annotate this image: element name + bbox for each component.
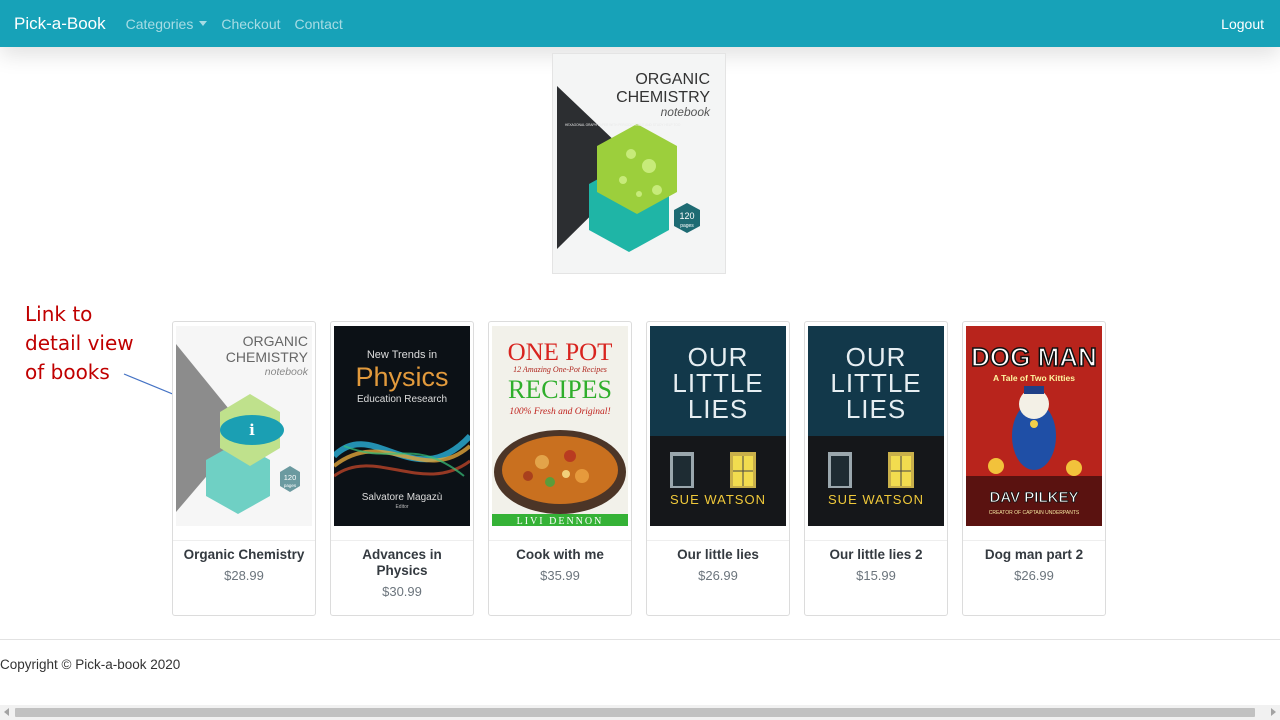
physics-sub: Education Research xyxy=(357,394,447,405)
onepot-author: LIVI DENNON xyxy=(517,516,604,526)
dogman-l2: A Tale of Two Kitties xyxy=(993,373,1075,383)
book-cover-image[interactable]: 120 pages ORGANIC CHEMISTRY notebook i xyxy=(176,326,312,526)
book-price: $30.99 xyxy=(382,584,422,599)
featured-title-line2: CHEMISTRY xyxy=(616,89,710,106)
featured-subtitle: notebook xyxy=(661,105,711,119)
svg-text:ORGANIC: ORGANIC xyxy=(243,333,308,349)
annotation-text: Link to detail view of books xyxy=(25,300,134,387)
horizontal-scrollbar[interactable] xyxy=(0,705,1280,720)
scroll-left-icon[interactable] xyxy=(4,708,9,716)
nav-categories-label: Categories xyxy=(125,15,194,32)
scrollbar-thumb[interactable] xyxy=(15,708,1255,717)
svg-text:120: 120 xyxy=(284,473,297,482)
physics-cover-art: New Trends in Physics Education Research… xyxy=(334,326,470,526)
featured-book-image[interactable]: 120 pages ORGANIC CHEMISTRY notebook HEX… xyxy=(552,53,726,274)
featured-blurb: HEXAGONAL GRAPH PAPER WITH PERIODIC TABL… xyxy=(565,123,681,127)
one-pot-cover-art: ONE POT 12 Amazing One-Pot Recipes RECIP… xyxy=(492,326,628,526)
book-price: $28.99 xyxy=(224,568,264,583)
dogman-footer: CREATOR OF CAPTAIN UNDERPANTS xyxy=(989,510,1080,516)
book-card-body: Dog man part 2 $26.99 xyxy=(963,540,1105,599)
book-card-advances-in-physics[interactable]: New Trends in Physics Education Research… xyxy=(330,321,474,616)
navbar: Pick-a-Book Categories Checkout Contact … xyxy=(0,0,1280,47)
physics-top: New Trends in xyxy=(367,349,437,361)
dogman-cover-art: DOG MAN A Tale of Two Kitties DAV PILKEY… xyxy=(966,326,1102,526)
book-card-our-little-lies[interactable]: OUR LITTLE LIES SUE WATSON Our little li… xyxy=(646,321,790,616)
book-price: $26.99 xyxy=(1014,568,1054,583)
info-icon[interactable]: i xyxy=(220,415,284,445)
chemistry-cover-art: 120 pages ORGANIC CHEMISTRY notebook HEX… xyxy=(553,54,725,273)
book-cover-image[interactable]: DOG MAN A Tale of Two Kitties DAV PILKEY… xyxy=(966,326,1102,526)
svg-text:CHEMISTRY: CHEMISTRY xyxy=(226,349,309,365)
onepot-main: ONE POT xyxy=(508,339,613,366)
book-cover-image[interactable]: OUR LITTLE LIES SUE WATSON xyxy=(808,326,944,526)
book-card-body: Our little lies 2 $15.99 xyxy=(805,540,947,599)
book-price: $15.99 xyxy=(856,568,896,583)
book-card-body: Advances in Physics $30.99 xyxy=(331,540,473,615)
book-card-cook-with-me[interactable]: ONE POT 12 Amazing One-Pot Recipes RECIP… xyxy=(488,321,632,616)
featured-badge-unit: pages xyxy=(680,223,694,229)
book-price: $26.99 xyxy=(698,568,738,583)
lies-cover-art: OUR LITTLE LIES SUE WATSON xyxy=(650,326,786,526)
book-card-organic-chemistry[interactable]: 120 pages ORGANIC CHEMISTRY notebook i O… xyxy=(172,321,316,616)
scroll-right-icon[interactable] xyxy=(1271,708,1276,716)
annotation-line1: Link to xyxy=(25,302,93,326)
featured-title-line1: ORGANIC xyxy=(635,71,710,88)
lies-l3: LIES xyxy=(846,394,906,424)
book-price: $35.99 xyxy=(540,568,580,583)
book-title[interactable]: Our little lies 2 xyxy=(811,547,941,563)
physics-main: Physics xyxy=(355,362,448,392)
lies-l3: LIES xyxy=(688,394,748,424)
book-cover-image[interactable]: OUR LITTLE LIES SUE WATSON xyxy=(650,326,786,526)
book-list: 120 pages ORGANIC CHEMISTRY notebook i O… xyxy=(172,321,1106,616)
book-cover-image[interactable]: New Trends in Physics Education Research… xyxy=(334,326,470,526)
brand-link[interactable]: Pick-a-Book xyxy=(14,14,106,34)
onepot-sub: 100% Fresh and Original! xyxy=(509,407,610,417)
logout-link[interactable]: Logout xyxy=(1221,16,1264,32)
nav-checkout-link[interactable]: Checkout xyxy=(221,16,280,32)
annotation-line2: detail view xyxy=(25,331,134,355)
book-card-body: Organic Chemistry $28.99 xyxy=(173,540,315,599)
book-title[interactable]: Advances in Physics xyxy=(337,547,467,579)
onepot-main2: RECIPES xyxy=(508,375,612,404)
book-title[interactable]: Organic Chemistry xyxy=(179,547,309,563)
nav-contact-link[interactable]: Contact xyxy=(295,16,343,32)
lies-author: SUE WATSON xyxy=(828,492,924,507)
svg-text:notebook: notebook xyxy=(265,366,309,378)
book-card-body: Our little lies $26.99 xyxy=(647,540,789,599)
book-title[interactable]: Cook with me xyxy=(495,547,625,563)
footer: Copyright © Pick-a-book 2020 xyxy=(0,639,1280,672)
nav-categories-dropdown[interactable]: Categories xyxy=(126,16,208,32)
book-card-our-little-lies-2[interactable]: OUR LITTLE LIES SUE WATSON Our little li… xyxy=(804,321,948,616)
caret-down-icon xyxy=(199,21,208,26)
dogman-author: DAV PILKEY xyxy=(990,489,1079,506)
annotation-line3: of books xyxy=(25,360,110,384)
lies-cover-art: OUR LITTLE LIES SUE WATSON xyxy=(808,326,944,526)
featured-badge-number: 120 xyxy=(679,211,694,221)
book-card-dog-man-part-2[interactable]: DOG MAN A Tale of Two Kitties DAV PILKEY… xyxy=(962,321,1106,616)
book-title[interactable]: Our little lies xyxy=(653,547,783,563)
book-cover-image[interactable]: ONE POT 12 Amazing One-Pot Recipes RECIP… xyxy=(492,326,628,526)
physics-author: Salvatore Magazù xyxy=(362,492,443,503)
book-title[interactable]: Dog man part 2 xyxy=(969,547,1099,563)
book-card-body: Cook with me $35.99 xyxy=(489,540,631,599)
lies-author: SUE WATSON xyxy=(670,492,766,507)
onepot-tag: 12 Amazing One-Pot Recipes xyxy=(513,365,607,374)
dogman-l1: DOG MAN xyxy=(971,342,1097,372)
copyright-text: Copyright © Pick-a-book 2020 xyxy=(0,657,181,672)
svg-text:pages: pages xyxy=(284,483,297,488)
physics-role: Editor xyxy=(395,504,408,510)
